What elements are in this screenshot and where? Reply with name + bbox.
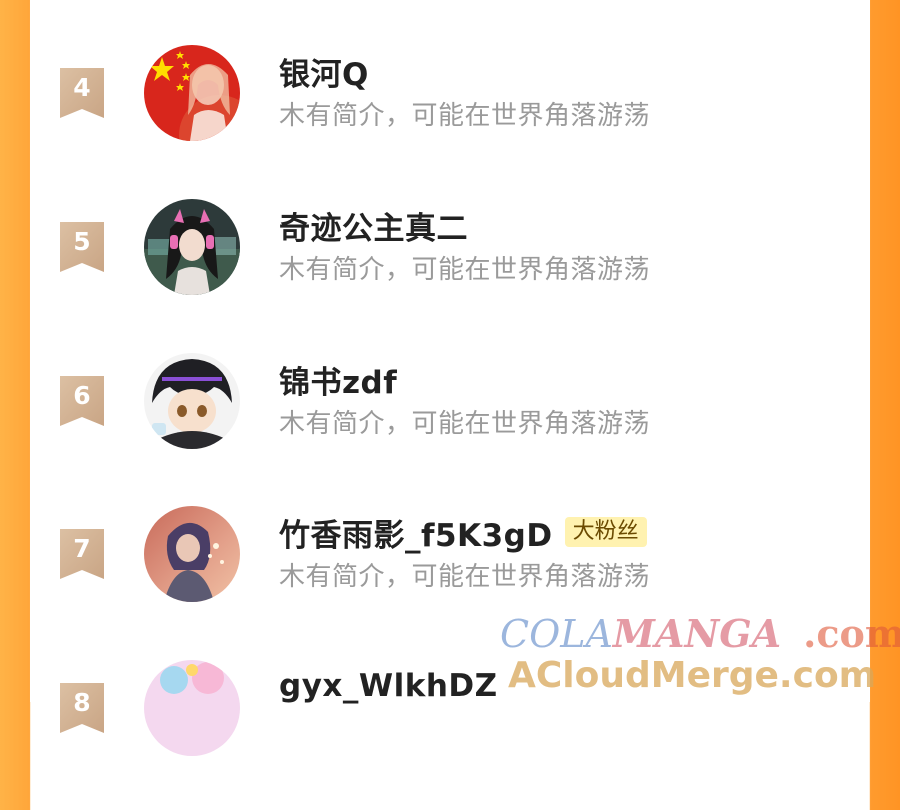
list-item[interactable]: 4 银河Q 木有简介，可能在世界角落游荡 [30,45,870,195]
watermark-com: .com [803,611,900,656]
user-name[interactable]: gyx_WlkhDZ [279,668,498,704]
avatar[interactable] [144,506,240,602]
rank-ribbon: 5 [60,222,104,272]
list-item[interactable]: 6 锦书zdf 木有简介，可能在世界角落游荡 [30,353,870,503]
rank-ribbon: 4 [60,68,104,118]
user-bio: 木有简介，可能在世界角落游荡 [279,409,651,439]
rank-number: 4 [73,73,91,102]
rank-ribbon: 7 [60,529,104,579]
watermark-line2: ACloudMerge.com [508,655,877,696]
name-line: 银河Q [279,49,369,94]
user-bio: 木有简介，可能在世界角落游荡 [279,255,651,285]
rank-ribbon: 6 [60,376,104,426]
avatar[interactable] [144,199,240,295]
user-bio: 木有简介，可能在世界角落游荡 [279,101,651,131]
fan-ranking-panel: 4 银河Q 木有简介，可能在世界角落游荡 5 奇迹公主真二 木有简介，可能在世界… [30,0,870,756]
rank-ribbon: 8 [60,683,104,733]
rank-number: 5 [73,227,91,256]
avatar[interactable] [144,45,240,141]
name-line: 锦书zdf [279,357,397,402]
avatar[interactable] [144,660,240,756]
rank-number: 8 [73,688,91,717]
watermark-cola: COLA [500,612,613,656]
name-line: 奇迹公主真二 [279,203,468,248]
avatar[interactable] [144,353,240,449]
watermark-line1: COLAMANGA .com [500,611,900,657]
user-name[interactable]: 锦书zdf [279,357,397,402]
user-name[interactable]: 竹香雨影_f5K3gD [279,510,553,555]
name-line: 竹香雨影_f5K3gD 大粉丝 [279,510,647,555]
rank-number: 6 [73,381,91,410]
headphone-icon [170,235,178,249]
name-line: gyx_WlkhDZ [279,666,498,706]
user-name[interactable]: 奇迹公主真二 [279,203,468,248]
watermark: COLAMANGA .com ACloudMerge.com [500,612,900,700]
user-name[interactable]: 银河Q [279,49,369,94]
watermark-manga: MANGA [612,611,782,656]
user-bio: 木有简介，可能在世界角落游荡 [279,562,651,592]
list-item[interactable]: 5 奇迹公主真二 木有简介，可能在世界角落游荡 [30,199,870,349]
fan-badge: 大粉丝 [564,517,647,547]
rank-number: 7 [73,534,91,563]
